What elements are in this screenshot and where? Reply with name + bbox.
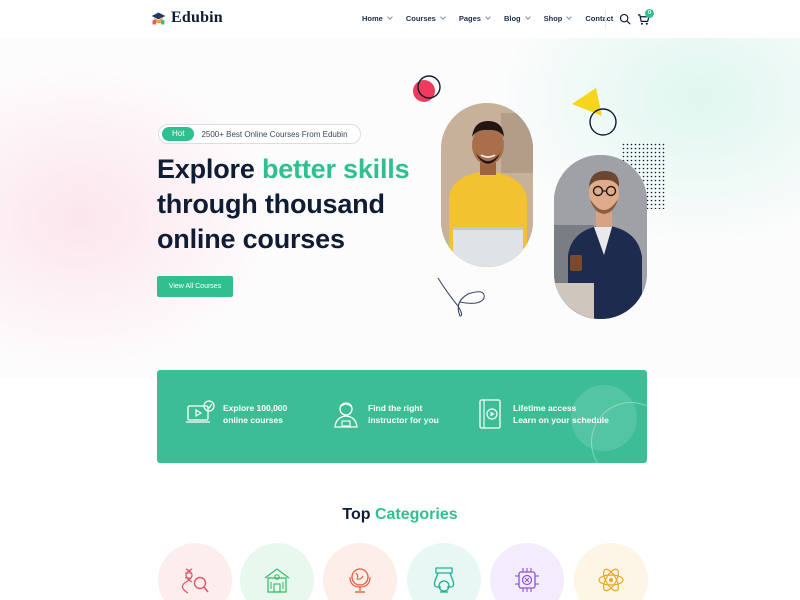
category-technology[interactable] bbox=[490, 543, 564, 600]
feature-courses-line1: Explore 100,000 bbox=[223, 403, 288, 413]
search-icon[interactable] bbox=[619, 13, 631, 25]
nav-courses-label: Courses bbox=[405, 14, 436, 23]
instructor-photo bbox=[554, 155, 647, 319]
globe-icon bbox=[349, 568, 371, 593]
top-categories-title: Top Categories bbox=[0, 506, 800, 524]
chevron-down-icon bbox=[387, 14, 393, 20]
categories-title-part1: Top bbox=[342, 506, 375, 523]
nav-contact[interactable]: Contact bbox=[585, 14, 613, 23]
squiggle-decoration bbox=[437, 277, 485, 317]
nav-pages-label: Pages bbox=[458, 14, 481, 23]
nav-blog-label: Blog bbox=[503, 14, 521, 23]
feature-item-courses: Explore 100,000 online courses bbox=[185, 398, 287, 430]
headline-line2: through thousand bbox=[157, 189, 385, 219]
video-course-icon bbox=[186, 400, 215, 423]
category-science[interactable] bbox=[574, 543, 648, 600]
nav-divider bbox=[605, 10, 606, 28]
category-globe[interactable] bbox=[323, 543, 397, 600]
feature-item-lifetime: Lifetime access Learn on your schedule bbox=[475, 398, 609, 430]
site-header: Edubin Home Courses Pages Blog Shop Cont… bbox=[0, 0, 800, 38]
chevron-down-icon bbox=[524, 14, 531, 20]
brand-name: Edubin bbox=[171, 9, 223, 26]
headline-accent: better skills bbox=[261, 154, 410, 184]
feature-item-instructor: Find the right instructor for you bbox=[330, 398, 439, 430]
triangle-decoration bbox=[572, 88, 617, 136]
nav-blog[interactable]: Blog bbox=[503, 14, 531, 23]
hot-announcement: Hot 2500+ Best Online Courses From Edubi… bbox=[158, 124, 361, 144]
chemistry-flask-icon bbox=[433, 567, 455, 593]
feature-courses-line2: online courses bbox=[223, 415, 283, 425]
circles-decoration bbox=[413, 75, 441, 102]
nav-home[interactable]: Home bbox=[362, 14, 393, 23]
features-band: Explore 100,000 online courses Find the … bbox=[157, 370, 647, 463]
school-building-icon bbox=[264, 568, 290, 593]
chevron-down-icon bbox=[440, 14, 446, 20]
instructor-icon bbox=[334, 402, 358, 428]
main-nav: Home Courses Pages Blog Shop Contact bbox=[362, 14, 627, 23]
play-book-icon bbox=[479, 399, 501, 429]
category-chemistry[interactable] bbox=[407, 543, 481, 600]
headline-part1: Explore bbox=[157, 154, 262, 184]
hot-text: 2500+ Best Online Courses From Edubin bbox=[201, 129, 348, 139]
atom-icon bbox=[598, 568, 624, 592]
feature-lifetime-line1: Lifetime access bbox=[513, 403, 577, 413]
dna-search-icon bbox=[181, 568, 209, 594]
instructor-illustration bbox=[554, 155, 647, 319]
hot-tag: Hot bbox=[162, 127, 195, 141]
nav-home-label: Home bbox=[362, 14, 383, 23]
view-all-courses-button[interactable]: View All Courses bbox=[157, 276, 233, 297]
feature-instructor-line1: Find the right bbox=[368, 403, 423, 413]
category-dna[interactable] bbox=[158, 543, 232, 600]
logo[interactable]: Edubin bbox=[150, 9, 223, 27]
nav-pages[interactable]: Pages bbox=[458, 14, 491, 23]
feature-lifetime-line2: Learn on your schedule bbox=[513, 415, 609, 425]
category-school[interactable] bbox=[240, 543, 314, 600]
graduation-cap-icon bbox=[151, 12, 166, 24]
feature-instructor-line2: instructor for you bbox=[368, 415, 439, 425]
student-photo bbox=[441, 103, 533, 267]
nav-courses[interactable]: Courses bbox=[405, 14, 446, 23]
nav-shop-label: Shop bbox=[543, 14, 563, 23]
cart-count-badge: 0 bbox=[645, 9, 654, 18]
categories-title-accent: Categories bbox=[374, 506, 458, 523]
chip-icon bbox=[515, 568, 539, 592]
chevron-down-icon bbox=[566, 14, 573, 20]
hero-headline: Explore better skills through thousand o… bbox=[157, 152, 410, 257]
nav-contact-label: Contact bbox=[585, 14, 614, 23]
headline-line3: online courses bbox=[157, 224, 345, 254]
nav-shop[interactable]: Shop bbox=[543, 14, 573, 23]
chevron-down-icon bbox=[485, 14, 491, 20]
student-illustration bbox=[441, 103, 533, 267]
